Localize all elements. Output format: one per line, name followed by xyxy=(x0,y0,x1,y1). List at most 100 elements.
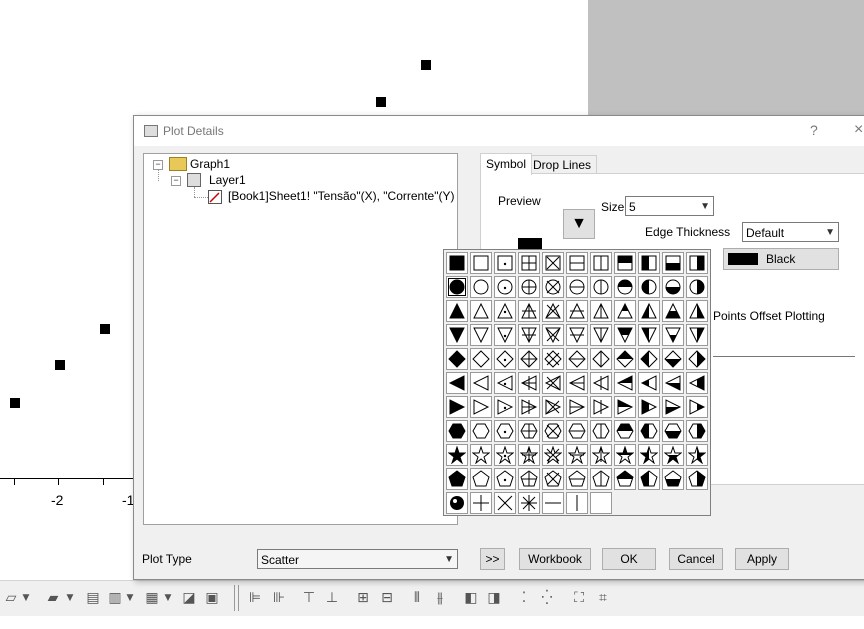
symbol-blank-symbol[interactable] xyxy=(590,492,612,514)
symbol-triangle-right-filled-icon[interactable] xyxy=(446,396,468,418)
symbol-triangle-down-plus-icon[interactable] xyxy=(518,324,540,346)
symbol-hexagon-filled-icon[interactable] xyxy=(446,420,468,442)
symbol-triangle-up-right-icon[interactable] xyxy=(686,300,708,322)
symbol-cross-icon[interactable] xyxy=(494,492,516,514)
symbol-hexagon-hline-icon[interactable] xyxy=(566,420,588,442)
symbol-plus-icon[interactable] xyxy=(470,492,492,514)
align-center-icon[interactable]: ⊞ xyxy=(354,590,372,606)
symbol-diamond-left-icon[interactable] xyxy=(638,348,660,370)
symbol-square-vline-icon[interactable] xyxy=(590,252,612,274)
symbol-triangle-down-bottom-icon[interactable] xyxy=(662,324,684,346)
symbol-circle-hline-icon[interactable] xyxy=(566,276,588,298)
symbol-triangle-down-x-icon[interactable] xyxy=(542,324,564,346)
symbol-hexagon-dot-icon[interactable] xyxy=(494,420,516,442)
symbol-circle-vline-icon[interactable] xyxy=(590,276,612,298)
chevron-down-icon[interactable]: ▼ xyxy=(64,590,76,606)
symbol-triangle-left-bottom-icon[interactable] xyxy=(662,372,684,394)
symbol-square-plus-icon[interactable] xyxy=(518,252,540,274)
symbol-diamond-vline-icon[interactable] xyxy=(590,348,612,370)
symbol-triangle-right-open-icon[interactable] xyxy=(470,396,492,418)
symbol-hexagon-plus-icon[interactable] xyxy=(518,420,540,442)
symbol-triangle-right-right-icon[interactable] xyxy=(686,396,708,418)
symbol-pentagon-right-icon[interactable] xyxy=(686,468,708,490)
symbol-pentagon-x-icon[interactable] xyxy=(542,468,564,490)
symbol-triangle-left-x-icon[interactable] xyxy=(542,372,564,394)
symbol-triangle-up-open-icon[interactable] xyxy=(470,300,492,322)
help-button[interactable]: ? xyxy=(810,122,818,138)
symbol-diamond-right-icon[interactable] xyxy=(686,348,708,370)
symbol-star-left-icon[interactable] xyxy=(638,444,660,466)
symbol-triangle-left-right-icon[interactable] xyxy=(686,372,708,394)
symbol-star-vline-icon[interactable] xyxy=(590,444,612,466)
plot-tree[interactable]: − Graph1 − Layer1 [Book1]Sheet1! "Tensão… xyxy=(143,153,458,525)
symbol-circle-open-icon[interactable] xyxy=(470,276,492,298)
symbol-circle-left-icon[interactable] xyxy=(638,276,660,298)
plot-type-combo[interactable]: Scatter ▼ xyxy=(257,549,458,569)
symbol-triangle-up-vline-icon[interactable] xyxy=(590,300,612,322)
symbol-triangle-left-filled-icon[interactable] xyxy=(446,372,468,394)
grid-icon[interactable]: ▦ xyxy=(143,590,161,606)
symbol-diamond-bottom-icon[interactable] xyxy=(662,348,684,370)
symbol-triangle-down-open-icon[interactable] xyxy=(470,324,492,346)
ungroup-icon[interactable]: ⁛ xyxy=(538,590,556,606)
symbol-triangle-left-hline-icon[interactable] xyxy=(566,372,588,394)
symbol-pentagon-dot-icon[interactable] xyxy=(494,468,516,490)
symbol-triangle-right-top-icon[interactable] xyxy=(614,396,636,418)
symbol-star-plus-icon[interactable] xyxy=(518,444,540,466)
symbol-triangle-down-left-icon[interactable] xyxy=(638,324,660,346)
size-combo[interactable]: 5 ▼ xyxy=(625,196,714,216)
symbol-triangle-up-bottom-icon[interactable] xyxy=(662,300,684,322)
symbol-triangle-down-right-icon[interactable] xyxy=(686,324,708,346)
symbol-square-filled-icon[interactable] xyxy=(446,252,468,274)
symbol-triangle-up-dot-icon[interactable] xyxy=(494,300,516,322)
chevron-down-icon[interactable]: ▼ xyxy=(20,590,32,606)
symbol-circle-right-icon[interactable] xyxy=(686,276,708,298)
symbol-star-dot-icon[interactable] xyxy=(494,444,516,466)
symbol-circle-dot-icon[interactable] xyxy=(494,276,516,298)
symbol-diamond-dot-icon[interactable] xyxy=(494,348,516,370)
symbol-diamond-open-icon[interactable] xyxy=(470,348,492,370)
symbol-triangle-up-left-icon[interactable] xyxy=(638,300,660,322)
tab-symbol[interactable]: Symbol xyxy=(480,153,533,175)
chevron-down-icon[interactable]: ▼ xyxy=(124,590,136,606)
layers-icon[interactable]: ▤ xyxy=(84,590,102,606)
symbol-picker[interactable] xyxy=(443,249,711,516)
symbol-circle-plus-icon[interactable] xyxy=(518,276,540,298)
symbol-diamond-hline-icon[interactable] xyxy=(566,348,588,370)
symbol-circle-bottom-icon[interactable] xyxy=(662,276,684,298)
symbol-triangle-up-plus-icon[interactable] xyxy=(518,300,540,322)
symbol-sphere-icon[interactable] xyxy=(446,492,468,514)
color-button[interactable]: Black xyxy=(723,248,839,270)
symbol-pentagon-filled-icon[interactable] xyxy=(446,468,468,490)
symbol-hexagon-vline-icon[interactable] xyxy=(590,420,612,442)
same-height-icon[interactable]: ◨ xyxy=(485,590,503,606)
symbol-triangle-down-vline-icon[interactable] xyxy=(590,324,612,346)
symbol-triangle-right-x-icon[interactable] xyxy=(542,396,564,418)
layer-stack-icon[interactable]: ▰ xyxy=(44,590,62,606)
symbol-square-x-icon[interactable] xyxy=(542,252,564,274)
symbol-triangle-down-hline-icon[interactable] xyxy=(566,324,588,346)
clapper-icon[interactable]: ▣ xyxy=(203,590,221,606)
symbol-star-open-icon[interactable] xyxy=(470,444,492,466)
symbol-triangle-up-top-icon[interactable] xyxy=(614,300,636,322)
chevron-down-icon[interactable]: ▼ xyxy=(162,590,174,606)
symbol-hexagon-left-icon[interactable] xyxy=(638,420,660,442)
symbol-square-dot-icon[interactable] xyxy=(494,252,516,274)
close-button[interactable]: × xyxy=(854,121,863,139)
symbol-triangle-right-left-icon[interactable] xyxy=(638,396,660,418)
symbol-hexagon-open-icon[interactable] xyxy=(470,420,492,442)
align-bottom-icon[interactable]: ⊥ xyxy=(323,590,341,606)
symbol-star-bottom-icon[interactable] xyxy=(662,444,684,466)
symbol-hexagon-x-icon[interactable] xyxy=(542,420,564,442)
symbol-circle-top-icon[interactable] xyxy=(614,276,636,298)
symbol-vline-icon[interactable] xyxy=(566,492,588,514)
layers-alt-icon[interactable]: ▥ xyxy=(106,590,124,606)
symbol-pentagon-top-icon[interactable] xyxy=(614,468,636,490)
symbol-triangle-right-plus-icon[interactable] xyxy=(518,396,540,418)
symbol-pentagon-plus-icon[interactable] xyxy=(518,468,540,490)
expand-button[interactable]: >> xyxy=(480,548,505,570)
layer-icon[interactable]: ▱ xyxy=(2,590,20,606)
align-top-icon[interactable]: ⊤ xyxy=(300,590,318,606)
symbol-circle-x-icon[interactable] xyxy=(542,276,564,298)
symbol-square-left-icon[interactable] xyxy=(638,252,660,274)
